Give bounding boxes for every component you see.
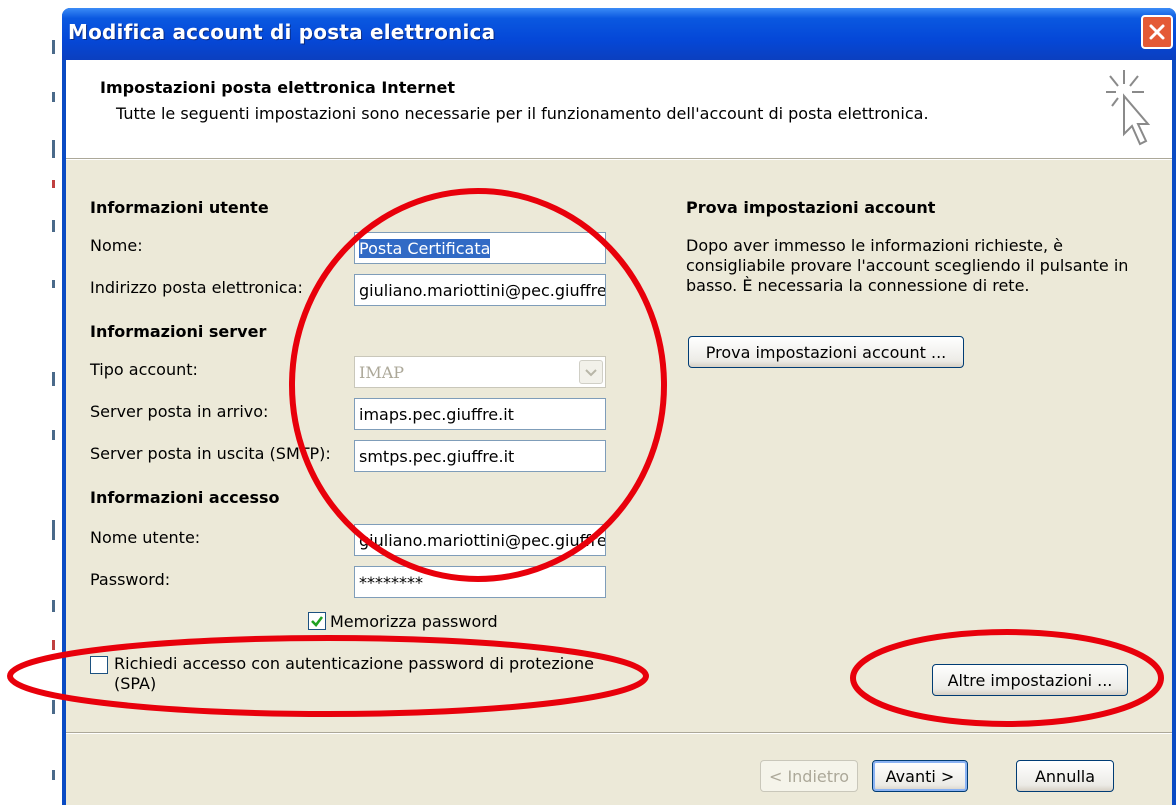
header-subtitle: Tutte le seguenti impostazioni sono nece… [116,104,929,123]
wizard-header: Impostazioni posta elettronica Internet … [66,60,1172,159]
dialog-body: Impostazioni posta elettronica Internet … [66,60,1172,805]
password-label: Password: [90,570,171,589]
test-description-line1: Dopo aver immesso le informazioni richie… [686,236,1064,255]
spa-checkbox[interactable] [90,656,108,674]
test-description-line3: basso. È necessaria la connessione di re… [686,276,1030,295]
incoming-server-field[interactable]: imaps.pec.giuffre.it [354,398,606,430]
cancel-button[interactable]: Annulla [1016,760,1114,792]
test-description-line2: consigliabile provare l'account sceglien… [686,256,1129,275]
back-button[interactable]: < Indietro [760,760,858,792]
server-info-heading: Informazioni server [90,322,267,341]
header-divider [66,159,1172,160]
name-value: Posta Certificata [359,239,491,258]
chevron-down-icon [579,360,603,384]
email-label: Indirizzo posta elettronica: [90,278,303,297]
more-settings-button[interactable]: Altre impostazioni ... [932,664,1128,696]
outgoing-server-label: Server posta in uscita (SMTP): [90,444,331,463]
user-info-heading: Informazioni utente [90,198,269,217]
remember-password-label[interactable]: Memorizza password [330,612,498,631]
header-title: Impostazioni posta elettronica Internet [100,78,455,97]
remember-password-checkbox[interactable] [308,612,326,630]
test-settings-heading: Prova impostazioni account [686,198,936,217]
access-info-heading: Informazioni accesso [90,488,280,507]
email-field[interactable]: giuliano.mariottini@pec.giuffre [354,274,606,306]
dialog-window: Modifica account di posta elettronica Im… [62,8,1176,805]
password-field[interactable]: ******** [354,566,606,598]
account-type-label: Tipo account: [90,360,198,379]
username-field[interactable]: giuliano.mariottini@pec.giuffre [354,524,606,556]
spa-label-line2[interactable]: (SPA) [114,674,156,693]
name-label: Nome: [90,236,143,255]
wizard-sparkle-cursor-icon [1106,70,1151,146]
outgoing-server-field[interactable]: smtps.pec.giuffre.it [354,440,606,472]
background-window-edge [0,0,62,805]
next-button[interactable]: Avanti > [872,760,968,792]
close-button[interactable] [1141,15,1173,49]
checkmark-icon [311,616,324,627]
username-label: Nome utente: [90,528,201,547]
window-title: Modifica account di posta elettronica [68,20,496,44]
incoming-server-label: Server posta in arrivo: [90,402,269,421]
test-account-settings-button[interactable]: Prova impostazioni account ... [688,336,964,368]
title-bar[interactable]: Modifica account di posta elettronica [62,8,1176,60]
footer-divider-highlight [66,733,1172,734]
name-field[interactable]: Posta Certificata [354,232,606,264]
spa-label-line1[interactable]: Richiedi accesso con autenticazione pass… [114,654,594,673]
account-type-select[interactable]: IMAP [354,356,606,388]
close-icon [1149,24,1165,40]
account-type-value: IMAP [359,363,405,382]
